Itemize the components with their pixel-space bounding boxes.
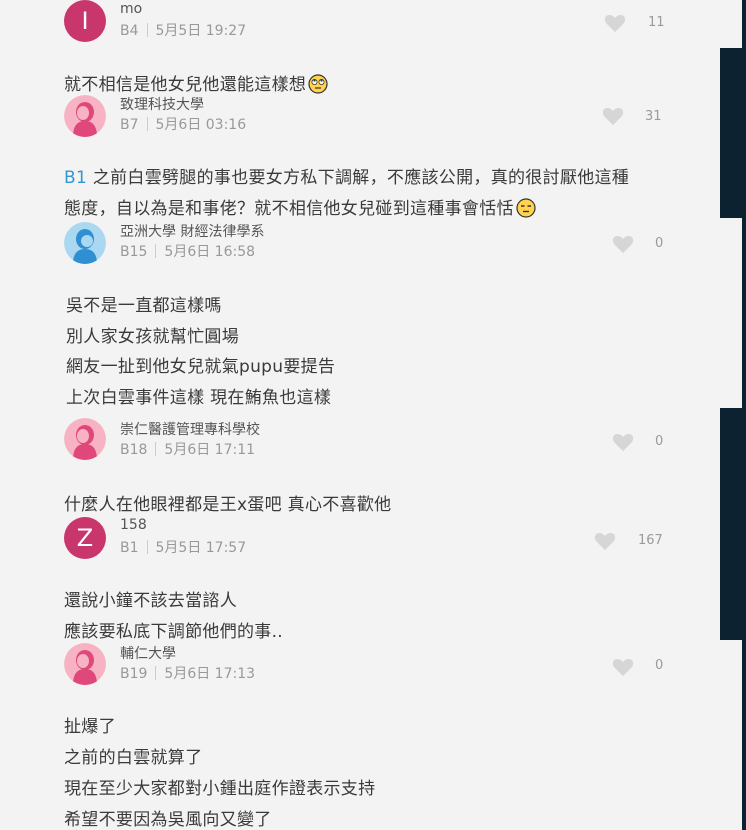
comment-meta: B15 5月6日 16:58 (120, 241, 255, 261)
comment-meta: B18 5月6日 17:11 (120, 439, 255, 459)
avatar[interactable] (64, 643, 106, 685)
author-name[interactable]: 致理科技大學 (120, 94, 204, 114)
comment-meta: B7 5月6日 03:16 (120, 114, 246, 134)
like-count: 0 (655, 236, 664, 251)
comment-text: B1 之前白雲劈腿的事也要女方私下調解，不應該公開，真的很討厭他這種 (64, 168, 630, 188)
like-heart-icon[interactable] (602, 106, 624, 126)
timestamp: 5月5日 17:57 (155, 540, 247, 556)
avatar[interactable] (64, 95, 106, 137)
comment-text: 應該要私底下調節他們的事.. (64, 622, 284, 642)
comment-text: 別人家女孩就幫忙圓場 (66, 327, 239, 347)
comment-text: 態度，自以為是和事佬？就不相信他女兒碰到這種事會恬恬 (64, 194, 536, 223)
timestamp: 5月6日 03:16 (155, 117, 247, 133)
timestamp: 5月6日 17:13 (164, 666, 256, 682)
reply-floor-link[interactable]: B1 (64, 168, 87, 188)
comment-meta: B4 5月5日 19:27 (120, 20, 246, 40)
comment-text: 之前的白雲就算了 (64, 748, 203, 768)
comment-text: 還說小鐘不該去當諮人 (64, 591, 237, 611)
like-heart-icon[interactable] (612, 432, 634, 452)
avatar[interactable] (64, 222, 106, 264)
author-name[interactable]: 亞洲大學 財經法律學系 (120, 221, 264, 241)
floor-number: B18 (120, 442, 148, 458)
comment-text: 什麼人在他眼裡都是王x蛋吧 真心不喜歡他 (64, 495, 392, 515)
like-count: 0 (655, 434, 664, 449)
like-heart-icon[interactable] (612, 234, 634, 254)
comment-text: 上次白雲事件這樣 現在鮪魚也這樣 (66, 388, 332, 408)
floor-number: B1 (120, 540, 139, 556)
timestamp: 5月6日 17:11 (164, 442, 256, 458)
rolling-eyes-emoji-icon (308, 74, 328, 99)
author-name[interactable]: mo (120, 1, 142, 17)
avatar[interactable]: I (64, 0, 106, 42)
like-count: 167 (638, 533, 663, 548)
timestamp: 5月6日 16:58 (164, 244, 256, 260)
like-count: 0 (655, 658, 664, 673)
comment-meta: B1 5月5日 17:57 (120, 537, 246, 557)
comment-text: 扯爆了 (64, 717, 116, 737)
comment-text: 現在至少大家都對小鍾出庭作證表示支持 (64, 779, 376, 799)
avatar[interactable] (64, 418, 106, 460)
like-heart-icon[interactable] (594, 531, 616, 551)
like-heart-icon[interactable] (612, 657, 634, 677)
like-count: 11 (648, 15, 665, 30)
comment-meta: B19 5月6日 17:13 (120, 663, 255, 683)
author-name[interactable]: 崇仁醫護管理專科學校 (120, 419, 260, 439)
comment-text: 網友一扯到他女兒就氣pupu要提告 (66, 357, 336, 377)
floor-number: B19 (120, 666, 148, 682)
comment-text: 吳不是一直都這樣嗎 (66, 296, 222, 316)
avatar[interactable]: Z (64, 517, 106, 559)
comment-text: 希望不要因為吳風向又變了 (64, 810, 272, 830)
like-heart-icon[interactable] (604, 13, 626, 33)
author-name[interactable]: 輔仁大學 (120, 643, 176, 663)
like-count: 31 (645, 109, 662, 124)
comment-panel (0, 0, 742, 48)
floor-number: B4 (120, 23, 139, 39)
floor-number: B7 (120, 117, 139, 133)
floor-number: B15 (120, 244, 148, 260)
expressionless-emoji-icon (516, 198, 536, 223)
author-name[interactable]: 158 (120, 517, 147, 533)
timestamp: 5月5日 19:27 (155, 23, 247, 39)
